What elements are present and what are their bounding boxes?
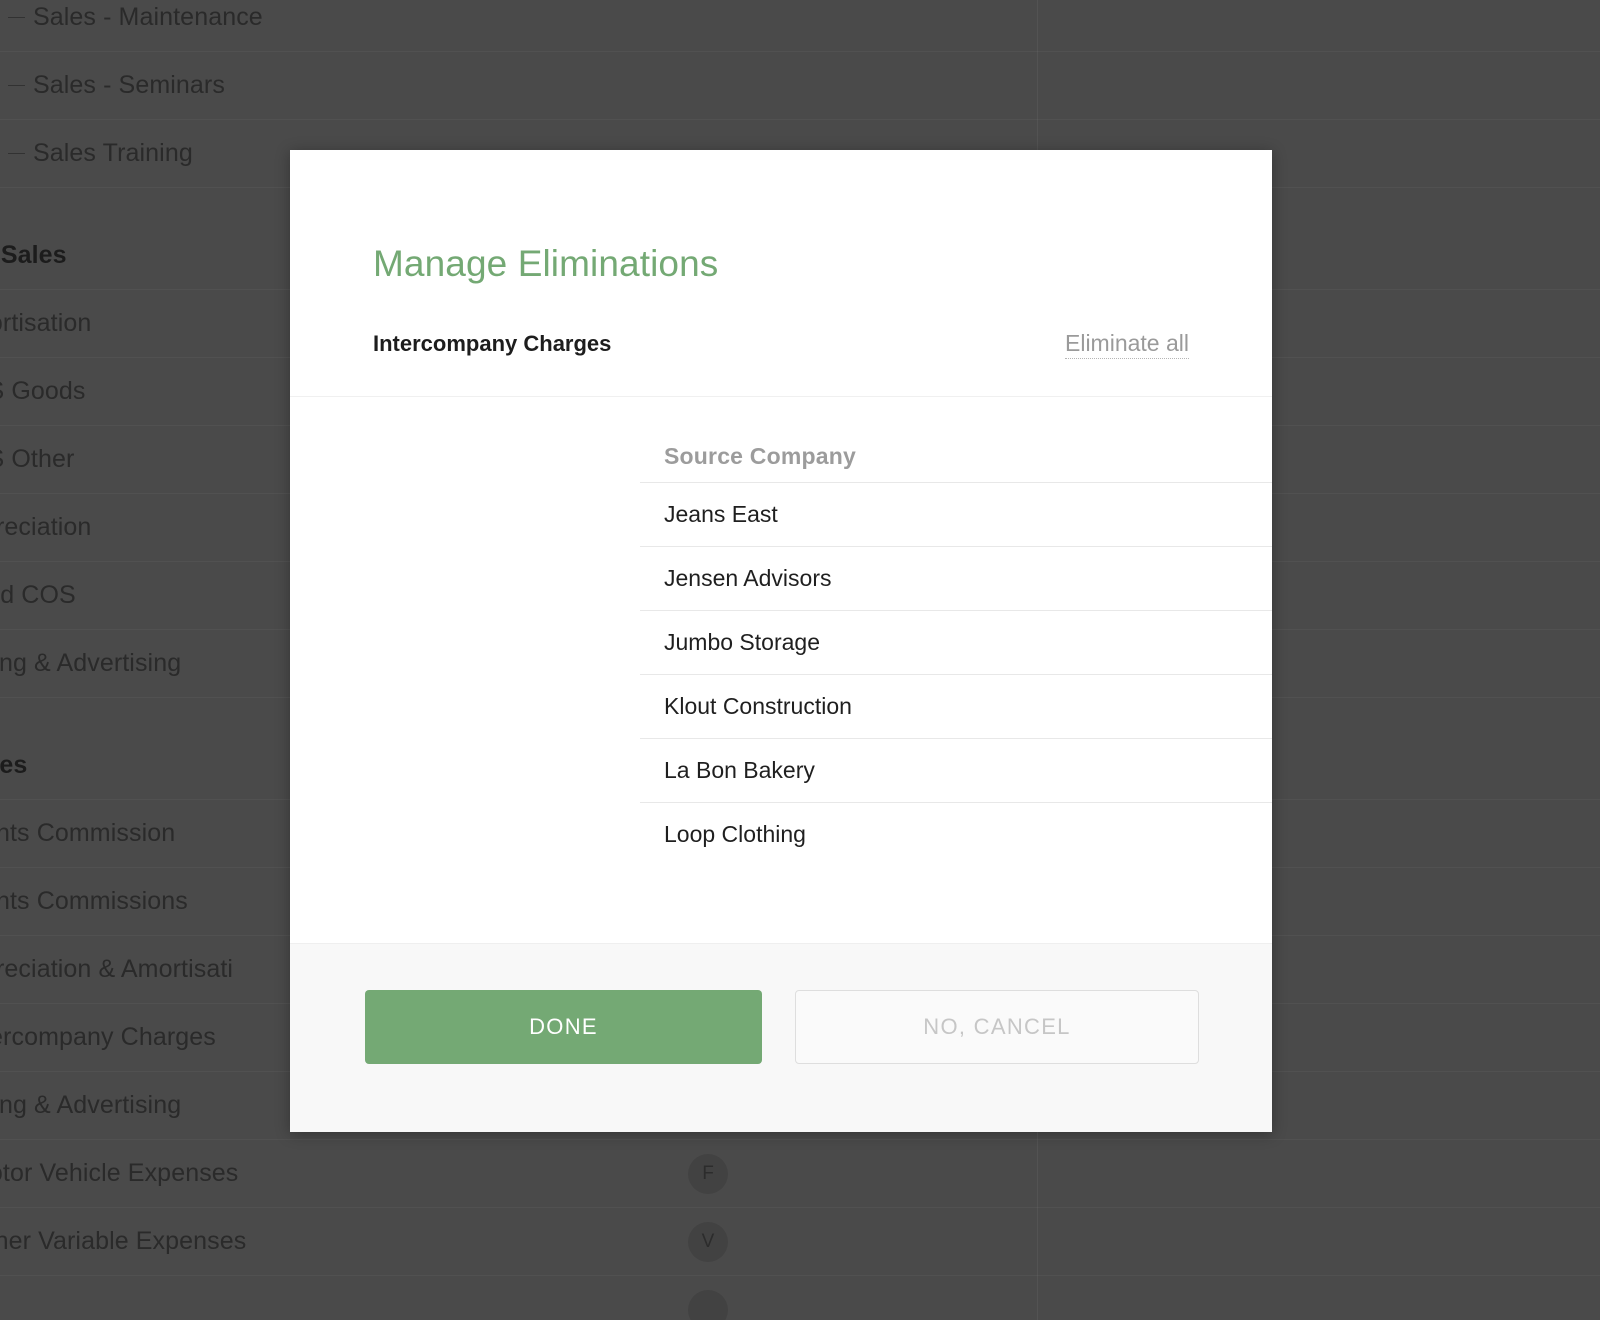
background-list-item-label: mortisation xyxy=(0,309,92,337)
background-list-item-label: OS Goods xyxy=(0,377,86,405)
source-company-name: Jumbo Storage xyxy=(664,629,820,655)
background-list-item-label: of Sales xyxy=(0,241,67,269)
subject-row: Intercompany Charges Eliminate all xyxy=(373,330,1189,359)
source-company-name: Jensen Advisors xyxy=(664,565,832,591)
background-list-item-label: lkting & Advertising xyxy=(0,649,182,677)
footer-button-group: DONE NO, CANCEL xyxy=(365,990,1199,1064)
table-row: Loop ClothingELIMINATED xyxy=(640,802,1272,866)
table-row: La Bon BakeryEliminate xyxy=(640,738,1272,802)
eliminations-table: Source Company Status Jeans EastELIMINAT… xyxy=(640,397,1272,866)
column-divider xyxy=(1037,1208,1038,1276)
background-list-item-label: epreciation xyxy=(0,513,92,541)
table-row: Klout ConstructionEliminate xyxy=(640,674,1272,738)
table-header-row: Source Company Status xyxy=(640,397,1272,482)
column-header-source-company: Source Company xyxy=(664,443,856,469)
background-list-item-label: OS Other xyxy=(0,445,75,473)
column-divider xyxy=(1037,1276,1038,1320)
source-company-name: Loop Clothing xyxy=(664,821,806,847)
table-row: Jumbo StorageEliminate xyxy=(640,610,1272,674)
background-list-item[interactable] xyxy=(0,1276,1600,1320)
background-list-item[interactable]: Sales - Maintenance xyxy=(0,0,1600,52)
page-title: Manage Eliminations xyxy=(373,243,719,284)
table-row: Jensen AdvisorsELIMINATED xyxy=(640,546,1272,610)
background-list-item-label: Other Variable Expenses xyxy=(0,1227,247,1255)
dialog-footer: DONE NO, CANCEL xyxy=(290,943,1272,1132)
cancel-button[interactable]: NO, CANCEL xyxy=(795,990,1199,1064)
source-company-name: Jeans East xyxy=(664,501,778,527)
source-company-name: La Bon Bakery xyxy=(664,757,815,783)
column-divider xyxy=(1037,0,1038,52)
background-list-item[interactable]: Sales - Seminars xyxy=(0,52,1600,120)
background-list-item-label: ixed COS xyxy=(0,581,76,609)
done-button[interactable]: DONE xyxy=(365,990,762,1064)
table-row: Jeans EastELIMINATED xyxy=(640,482,1272,546)
background-list-item-label: gents Commission xyxy=(0,819,176,847)
background-list-item[interactable]: Motor Vehicle Expenses F xyxy=(0,1140,1600,1208)
column-divider xyxy=(1037,1140,1038,1208)
account-type-badge xyxy=(688,1289,728,1320)
background-list-item-label: nses xyxy=(0,751,28,779)
background-list-item-label: lkting & Advertising xyxy=(0,1091,182,1119)
background-list-item-label: Sales - Seminars xyxy=(33,71,225,99)
source-company-name: Klout Construction xyxy=(664,693,852,719)
manage-eliminations-dialog: Manage Eliminations Intercompany Charges… xyxy=(290,150,1272,1132)
background-list-item[interactable]: Other Variable Expenses V xyxy=(0,1208,1600,1276)
account-type-badge: F xyxy=(688,1153,728,1194)
background-list-item-label: Sales - Maintenance xyxy=(33,3,263,31)
background-list-item-label: epreciation & Amortisati xyxy=(0,955,234,983)
background-list-item-label: gents Commissions xyxy=(0,887,188,915)
tree-dash-icon xyxy=(8,17,25,18)
tree-dash-icon xyxy=(8,153,25,154)
account-type-badge: V xyxy=(688,1221,728,1262)
column-divider xyxy=(1037,52,1038,120)
dialog-header: Manage Eliminations Intercompany Charges… xyxy=(290,150,1272,397)
subject-label: Intercompany Charges xyxy=(373,331,612,356)
eliminations-table-region: Source Company Status Jeans EastELIMINAT… xyxy=(290,397,1272,943)
table-body: Jeans EastELIMINATEDJensen AdvisorsELIMI… xyxy=(640,482,1272,866)
eliminate-all-link[interactable]: Eliminate all xyxy=(1065,330,1189,359)
background-list-item-label: ntercompany Charges xyxy=(0,1023,216,1051)
tree-dash-icon xyxy=(8,85,25,86)
background-list-item-label: Sales Training xyxy=(33,139,193,167)
background-list-item-label: Motor Vehicle Expenses xyxy=(0,1159,239,1187)
